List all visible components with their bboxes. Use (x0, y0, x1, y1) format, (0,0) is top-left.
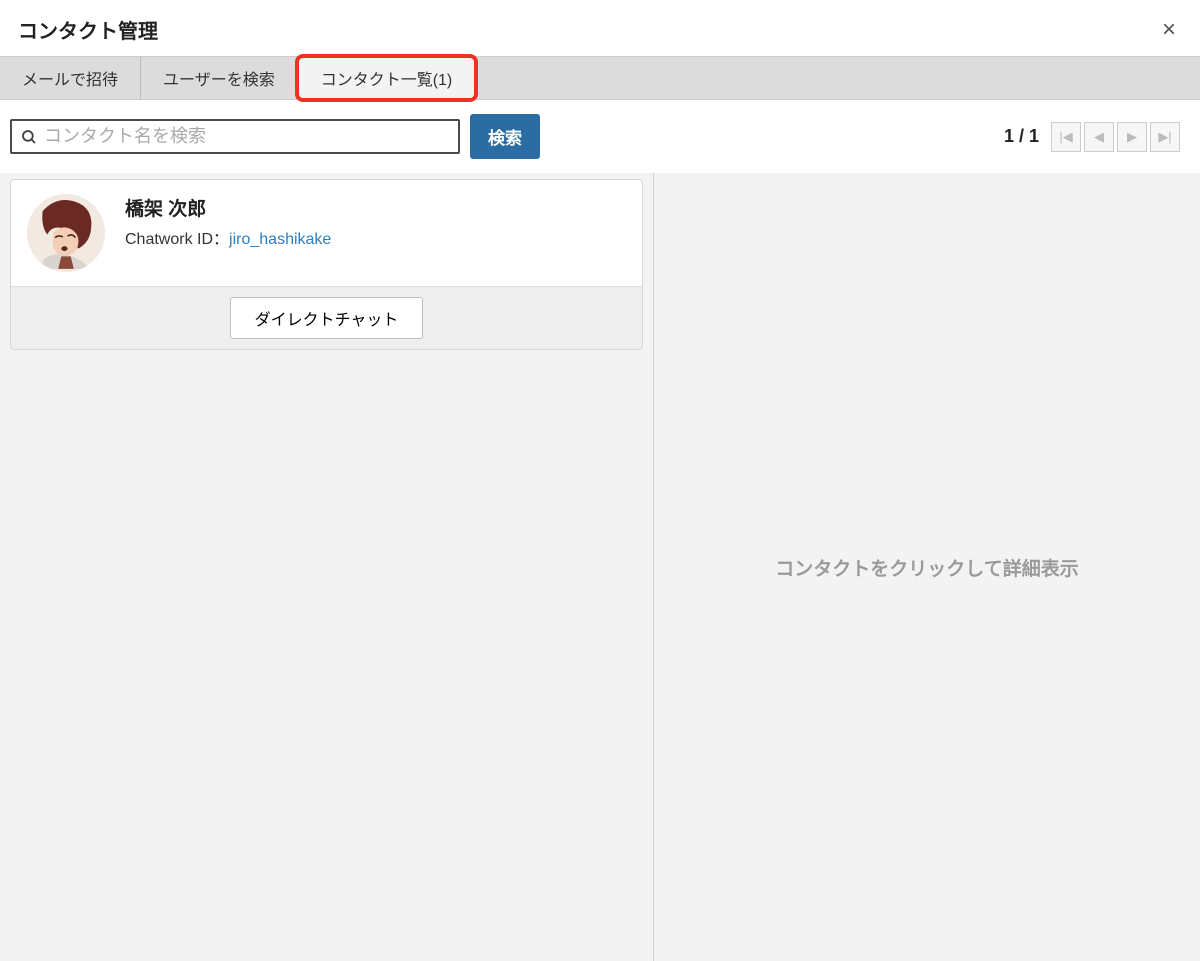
contact-id-label: Chatwork ID： (125, 231, 229, 248)
tab-search-user[interactable]: ユーザーを検索 (141, 57, 298, 99)
detail-panel: コンタクトをクリックして詳細表示 (654, 173, 1200, 961)
contact-id-line: Chatwork ID：jiro_hashikake (125, 225, 331, 249)
contact-id-link[interactable]: jiro_hashikake (229, 231, 331, 248)
search-input[interactable] (44, 126, 450, 147)
page-indicator: 1 / 1 (1004, 126, 1039, 147)
tab-invite-by-mail[interactable]: メールで招待 (0, 57, 141, 99)
pagination-controls: |◀ ◀ ▶ ▶| (1051, 122, 1180, 152)
close-icon[interactable]: × (1156, 18, 1182, 42)
page-first-icon[interactable]: |◀ (1051, 122, 1081, 152)
page-prev-icon[interactable]: ◀ (1084, 122, 1114, 152)
contact-card[interactable]: 橋架 次郎 Chatwork ID：jiro_hashikake ダイレクトチャ… (10, 179, 643, 350)
direct-chat-button[interactable]: ダイレクトチャット (230, 297, 424, 339)
contact-name: 橋架 次郎 (125, 194, 331, 221)
dialog-title: コンタクト管理 (18, 15, 158, 44)
detail-placeholder: コンタクトをクリックして詳細表示 (775, 554, 1078, 581)
tab-bar: メールで招待 ユーザーを検索 コンタクト一覧(1) (0, 56, 1200, 100)
search-field-wrapper[interactable] (10, 119, 460, 154)
page-last-icon[interactable]: ▶| (1150, 122, 1180, 152)
avatar (27, 194, 105, 272)
search-button[interactable]: 検索 (470, 114, 540, 159)
tab-contact-list[interactable]: コンタクト一覧(1) (295, 54, 479, 102)
page-next-icon[interactable]: ▶ (1117, 122, 1147, 152)
search-icon (20, 128, 38, 146)
contact-list-panel: 橋架 次郎 Chatwork ID：jiro_hashikake ダイレクトチャ… (0, 173, 654, 961)
